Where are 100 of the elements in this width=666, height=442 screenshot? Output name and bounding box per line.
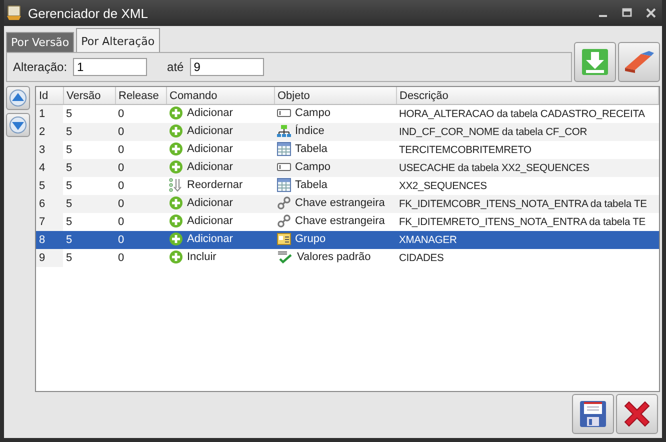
input-field[interactable]: 1 [73,58,148,76]
table-cell: Chave estrangeira [295,196,385,208]
field-label: Alteração: [13,60,68,74]
plus-icon [169,142,183,156]
window-title: Gerenciador de XML [28,6,148,20]
download-icon [581,48,609,76]
table-cell: 8 [39,234,46,246]
table-cell: 5 [66,216,72,228]
column-header[interactable]: Comando [166,87,274,104]
maximize-icon[interactable] [622,8,632,18]
spell-check-icon [277,250,293,264]
table-cell: HORA_ALTERACAO da tabela CADASTRO_RECEITA [399,109,645,120]
table-cell: Incluir [187,250,216,262]
table-cell: 2 [39,126,46,138]
table-cell: Valores padrão [297,250,371,262]
table-cell: 5 [66,126,72,138]
move-up-button[interactable] [6,86,30,110]
table-cell: 5 [66,198,72,210]
table-cell: 5 [66,144,72,156]
table-cell: 5 [66,180,72,192]
table-cell: Chave estrangeira [295,214,385,226]
table-cell: CIDADES [399,253,444,264]
table-cell: 4 [39,162,46,174]
table-cell: TERCITEMCOBRITEMRETO [399,145,532,156]
plus-icon [169,214,183,228]
column-header[interactable]: Release [115,87,166,104]
table-cell: 9 [39,252,46,264]
table-row[interactable]: 1 5 0 Adicionar Campo HORA_ALTERACAO da tabela CADASTRO_RECEITA [36,104,658,123]
move-down-button[interactable] [6,113,30,137]
table-cell: Adicionar [187,142,233,154]
column-header[interactable]: Versão [63,87,115,104]
field-label: até [167,60,184,74]
text-field-icon [277,162,291,172]
column-header[interactable]: Id [36,87,63,104]
chain-link-icon [277,214,291,228]
table-cell: Reordernar [187,178,243,190]
table-cell: XMANAGER [399,235,457,246]
table-cell: 5 [39,180,46,192]
table-icon [277,142,291,156]
reorder-icon [169,178,183,192]
table-cell: FK_IDITEMCOBR_ITENS_NOTA_ENTRA da tabela TE [399,199,647,210]
table-cell: 0 [118,144,124,156]
close-icon[interactable] [646,8,656,18]
table-cell: 0 [118,162,124,174]
download-button[interactable] [574,42,616,82]
table-cell: Adicionar [187,160,233,172]
input-field[interactable]: 9 [190,58,264,76]
table-cell: Adicionar [187,196,233,208]
table-cell: Índice [295,124,324,136]
table-cell: 1 [39,108,46,120]
folder-icon [277,232,291,246]
plus-icon [169,160,183,174]
table-cell: 0 [118,252,124,264]
table-cell: 0 [118,234,124,246]
plus-icon [169,196,183,210]
table-row[interactable]: 4 5 0 Adicionar Campo USECACHE da tabela XX2_SEQUENCES [36,159,658,177]
table-cell: 5 [66,162,72,174]
table-row[interactable]: 6 5 0 Adicionar Chave estrangeira FK_IDITEMCOBR_ITENS_NOTA_ENTRA da tabela TE [36,195,658,213]
chain-link-icon [277,196,291,210]
table-cell: USECACHE da tabela XX2_SEQUENCES [399,163,590,174]
table-cell: Tabela [295,142,328,154]
table-row[interactable]: 3 5 0 Adicionar Tabela TERCITEMCOBRITEMRETO [36,141,658,159]
table-cell: 0 [118,216,124,228]
table-cell: Adicionar [187,214,233,226]
table-cell: XX2_SEQUENCES [399,181,487,192]
plus-icon [169,124,183,138]
column-header[interactable]: Descrição [396,87,658,104]
table-cell: 6 [39,198,46,210]
table-row[interactable]: 5 5 0 Reordernar Tabela XX2_SEQUENCES [36,177,658,195]
table-row[interactable]: 2 5 0 Adicionar Índice IND_CF_COR_NOME da tabela CF_COR [36,123,658,141]
table-cell: Adicionar [187,232,233,244]
table-row[interactable]: 8 5 0 Adicionar Grupo XMANAGER [36,231,658,249]
table-row[interactable]: 7 5 0 Adicionar Chave estrangeira FK_IDITEMRETO_ITENS_NOTA_ENTRA da tabela TE [36,213,658,231]
plus-icon [169,250,183,264]
table-cell: Tabela [295,178,328,190]
table-cell: 7 [39,216,46,228]
app-icon [6,5,22,21]
table-cell: 5 [66,234,72,246]
table-cell: Adicionar [187,106,233,118]
tab[interactable]: Por Versão [6,32,74,52]
tab[interactable]: Por Alteração [76,28,160,52]
table-cell: 0 [118,198,124,210]
table-cell: 0 [118,180,124,192]
column-header[interactable]: Objeto [274,87,396,104]
table-cell: IND_CF_COR_NOME da tabela CF_COR [399,127,588,138]
text-field-icon [277,108,291,118]
table-cell: Grupo [295,232,326,244]
table-cell: 5 [66,252,72,264]
table-row[interactable]: 9 5 0 Incluir Valores padrão CIDADES [36,249,658,267]
table-cell: 0 [118,126,124,138]
hierarchy-icon [277,124,291,138]
table-icon [277,178,291,192]
save-button[interactable] [572,394,614,434]
plus-icon [169,232,183,246]
eraser-icon [623,50,655,74]
eraser-button[interactable] [618,42,660,82]
table-cell: 0 [118,108,124,120]
table-cell: 5 [66,108,72,120]
table-cell: 3 [39,144,46,156]
cancel-button[interactable] [616,394,658,434]
